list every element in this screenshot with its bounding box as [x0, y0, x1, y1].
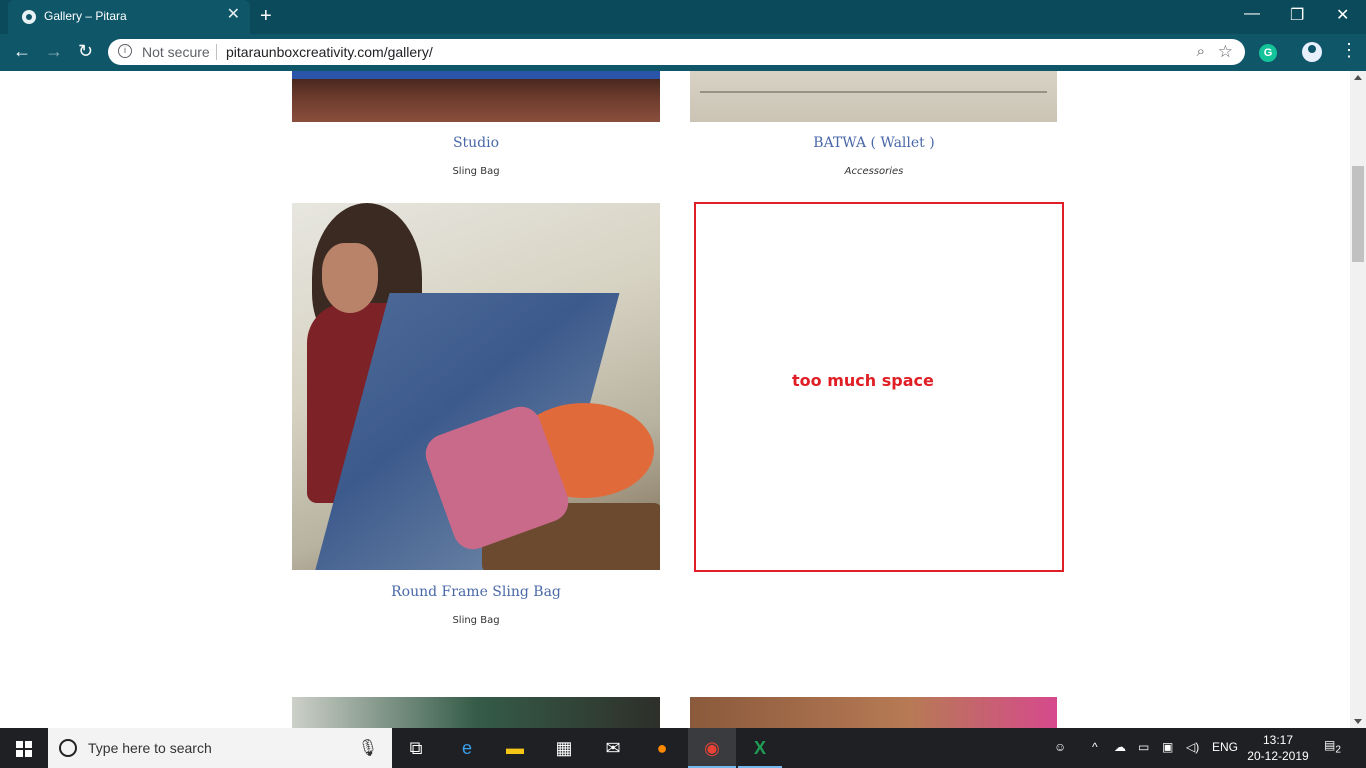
photo-face: [322, 243, 378, 313]
url-text[interactable]: pitaraunboxcreativity.com/gallery/: [226, 44, 433, 60]
annotation-text: too much space: [792, 371, 934, 390]
gallery-item-title[interactable]: Studio: [292, 135, 660, 151]
gallery-image-batwa[interactable]: [690, 71, 1057, 122]
taskbar-clock[interactable]: 13:17 20-12-2019: [1246, 732, 1310, 764]
bookmark-star-icon[interactable]: ☆: [1218, 42, 1233, 62]
start-button[interactable]: [0, 728, 48, 768]
page-scrollbar[interactable]: [1350, 71, 1366, 728]
network-icon[interactable]: ▣: [1162, 740, 1173, 754]
zoom-icon[interactable]: ⌕: [1197, 43, 1205, 60]
address-bar[interactable]: i Not secure pitaraunboxcreativity.com/g…: [108, 39, 1245, 65]
search-placeholder[interactable]: Type here to search: [88, 740, 212, 756]
clock-time: 13:17: [1262, 733, 1294, 747]
clock-date: 20-12-2019: [1247, 749, 1309, 763]
gallery-image-next-left[interactable]: [292, 697, 660, 728]
gallery-item-title[interactable]: BATWA ( Wallet ): [690, 135, 1058, 151]
windows-taskbar: Type here to search 🎙 ⧉ e ▬ ▦ ✉ ● ◉ X ☺ …: [0, 728, 1366, 768]
gallery-item-category: Sling Bag: [452, 615, 500, 626]
tab-gallery-pitara[interactable]: Gallery – Pitara ✕: [8, 0, 250, 34]
mail-icon[interactable]: ✉: [601, 736, 625, 760]
edge-icon[interactable]: e: [455, 736, 479, 760]
action-center-icon[interactable]: ▤2: [1324, 738, 1342, 756]
microphone-icon[interactable]: 🎙: [358, 738, 378, 758]
scrollbar-thumb[interactable]: [1352, 166, 1364, 262]
security-label[interactable]: Not secure: [142, 44, 210, 60]
notification-count: 2: [1335, 744, 1341, 756]
show-hidden-icons-chevron-icon[interactable]: ^: [1092, 740, 1098, 754]
gallery-item-category: Accessories: [844, 166, 904, 177]
tab-title: Gallery – Pitara: [44, 9, 127, 23]
onedrive-cloud-icon[interactable]: ☁: [1114, 740, 1126, 754]
gallery-item-category: Sling Bag: [452, 166, 500, 177]
info-icon[interactable]: i: [118, 44, 132, 58]
store-icon[interactable]: ▦: [552, 736, 576, 760]
close-window-button[interactable]: ✕: [1336, 5, 1349, 25]
chrome-icon: ◉: [704, 738, 720, 758]
empty-space-annotation-box: too much space: [694, 202, 1064, 572]
taskbar-search-box[interactable]: Type here to search 🎙: [48, 728, 392, 768]
gallery-image-studio[interactable]: [292, 71, 660, 122]
gallery-image-round-frame-sling-bag[interactable]: [292, 203, 660, 570]
profile-avatar-icon[interactable]: [1302, 42, 1322, 62]
firefox-icon[interactable]: ●: [650, 736, 674, 760]
battery-icon[interactable]: ▭: [1138, 740, 1149, 754]
people-icon[interactable]: ☺: [1054, 740, 1066, 754]
chrome-taskbar-button[interactable]: ◉: [688, 728, 736, 768]
restore-button[interactable]: ❐: [1290, 5, 1304, 25]
language-indicator[interactable]: ENG: [1212, 740, 1238, 754]
reload-button[interactable]: ↻: [78, 42, 93, 60]
task-view-icon[interactable]: ⧉: [404, 736, 428, 760]
address-separator: [216, 44, 217, 60]
windows-logo-icon: [16, 741, 32, 757]
browser-tab-strip: Gallery – Pitara ✕ + — ❐ ✕: [0, 0, 1366, 34]
grammarly-extension-icon[interactable]: G: [1259, 44, 1277, 62]
browser-toolbar: ← → ↻ i Not secure pitaraunboxcreativity…: [0, 34, 1366, 71]
forward-button[interactable]: →: [45, 42, 63, 60]
globe-favicon-icon: [22, 10, 36, 24]
file-explorer-icon[interactable]: ▬: [503, 736, 527, 760]
tab-close-icon[interactable]: ✕: [227, 7, 240, 23]
scroll-up-arrow-icon[interactable]: [1354, 75, 1362, 80]
new-tab-button[interactable]: +: [260, 6, 272, 26]
browser-menu-icon[interactable]: ⋮: [1340, 40, 1358, 61]
excel-taskbar-button[interactable]: X: [738, 728, 782, 768]
back-button[interactable]: ←: [13, 42, 31, 60]
minimize-button[interactable]: —: [1244, 5, 1260, 23]
gallery-item-title[interactable]: Round Frame Sling Bag: [292, 584, 660, 600]
scroll-down-arrow-icon[interactable]: [1354, 719, 1362, 724]
excel-icon: X: [753, 738, 766, 758]
volume-icon[interactable]: ◁): [1186, 740, 1199, 754]
gallery-page: Studio Sling Bag BATWA ( Wallet ) Access…: [0, 71, 1350, 728]
cortana-icon: [59, 739, 77, 757]
gallery-image-next-right[interactable]: [690, 697, 1057, 728]
